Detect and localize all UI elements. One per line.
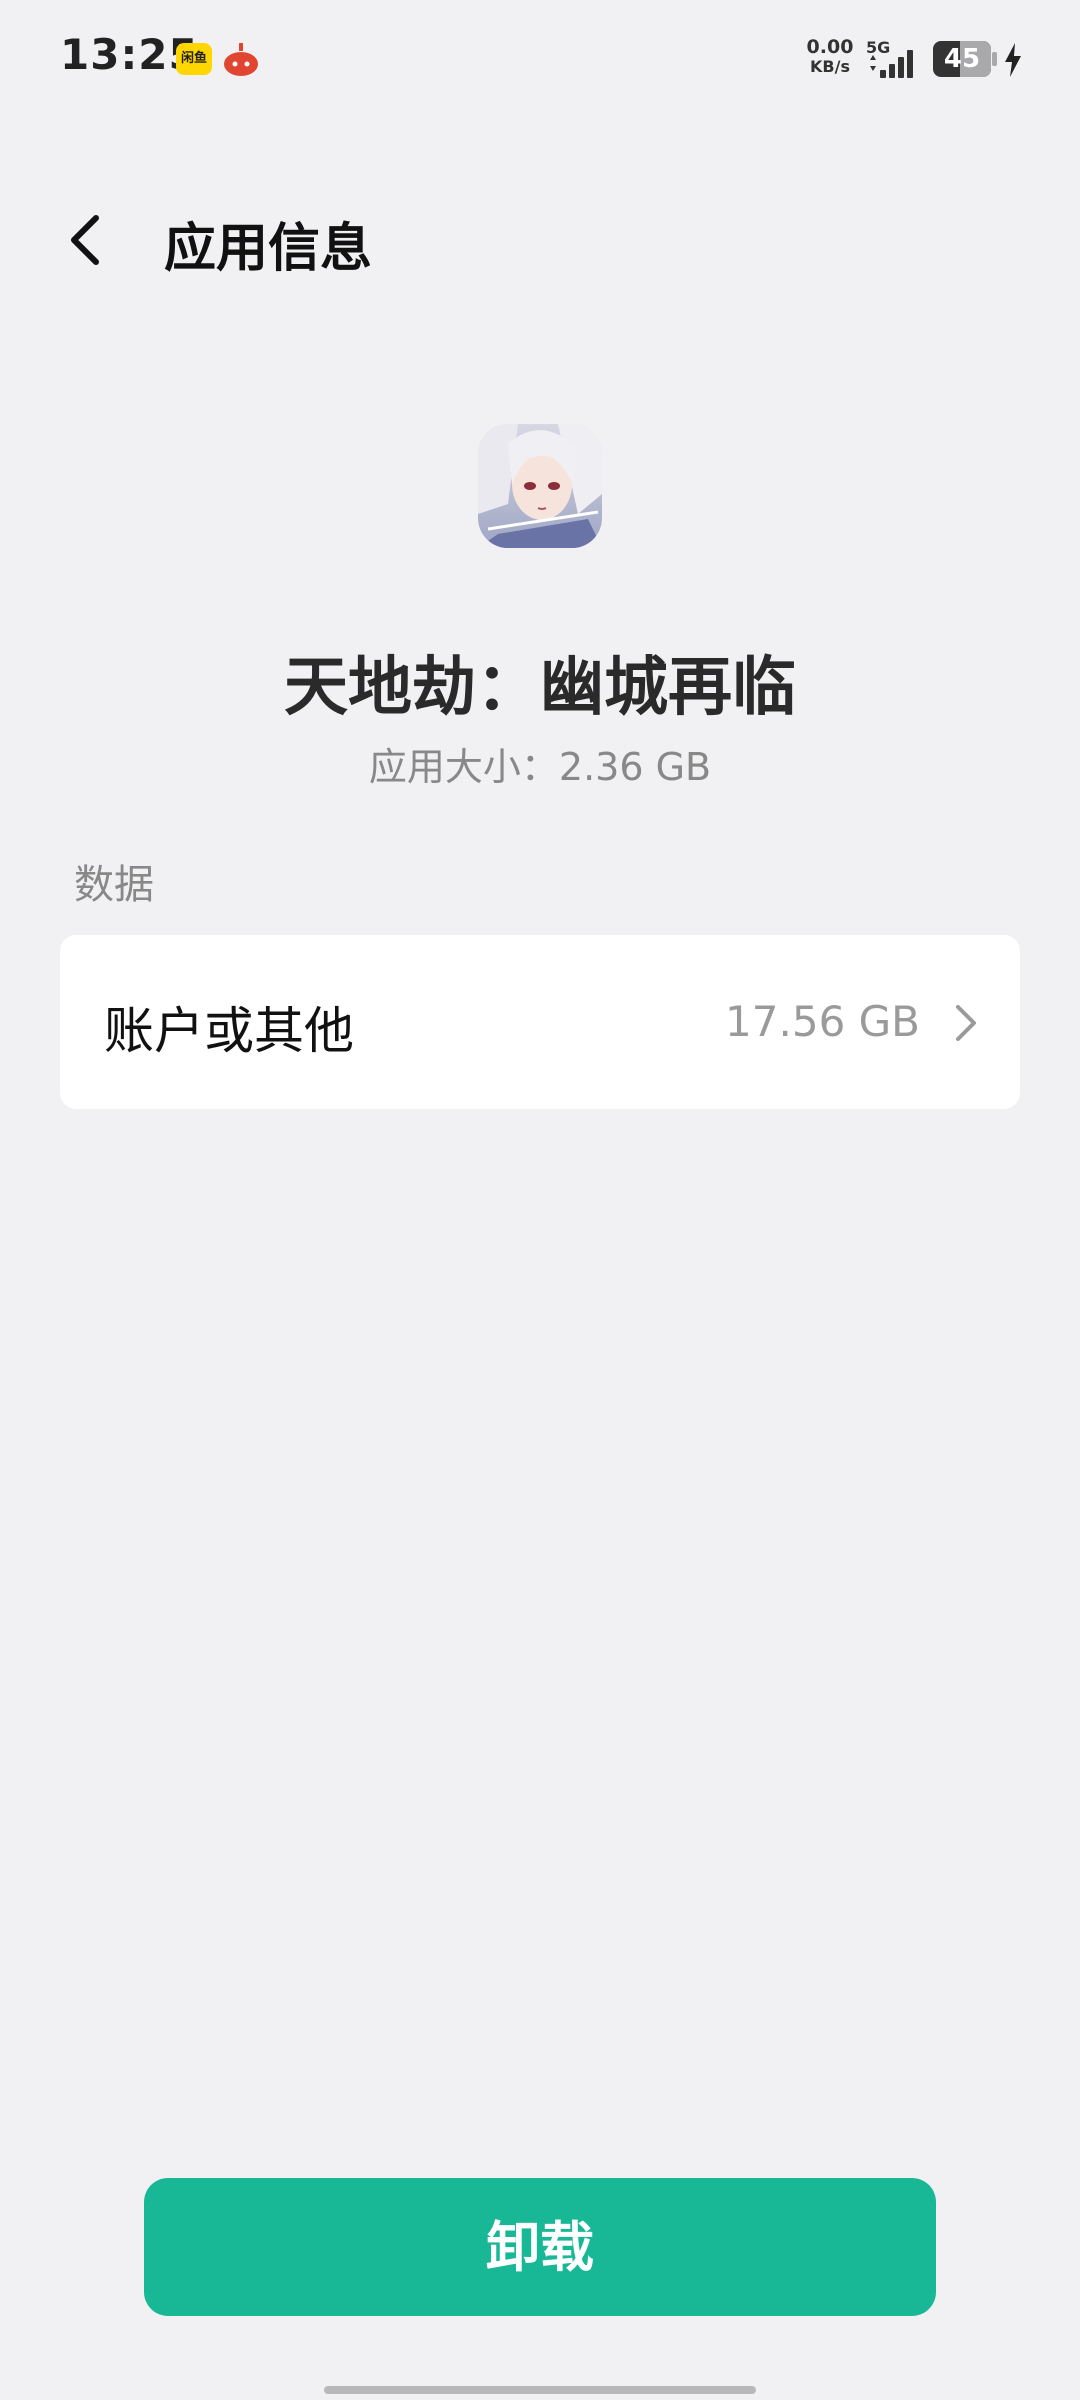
section-label-data: 数据 [74,862,154,908]
battery-level: 45 [943,44,981,74]
charging-icon [1005,43,1021,77]
data-row-account-or-other[interactable]: 账户或其他 17.56 GB [60,935,1020,1109]
back-arrow-icon[interactable] [56,210,116,270]
xianyu-notification-icon: 闲鱼 [176,43,212,75]
home-indicator[interactable] [324,2386,756,2394]
signal-icon [870,50,913,78]
app-icon [478,424,602,548]
page-title: 应用信息 [164,219,373,279]
uninstall-button[interactable]: 卸载 [144,2178,936,2316]
app-name: 天地劫：幽城再临 [284,651,796,725]
network-speed-unit: KB/s [810,57,850,76]
network-speed-value: 0.00 [806,36,854,58]
data-row-label: 账户或其他 [104,1002,354,1060]
app-icon-image [478,424,602,548]
chevron-right-icon [956,1005,976,1041]
header: 应用信息 [0,190,1080,290]
app-size: 应用大小：2.36 GB [368,745,712,789]
game-notification-icon [224,43,258,76]
network-speed: 0.00 KB/s [802,36,858,77]
data-row-value: 17.56 GB [725,997,920,1046]
status-bar: 13:25 闲鱼 0.00 KB/s 5G 45 [0,0,1080,120]
